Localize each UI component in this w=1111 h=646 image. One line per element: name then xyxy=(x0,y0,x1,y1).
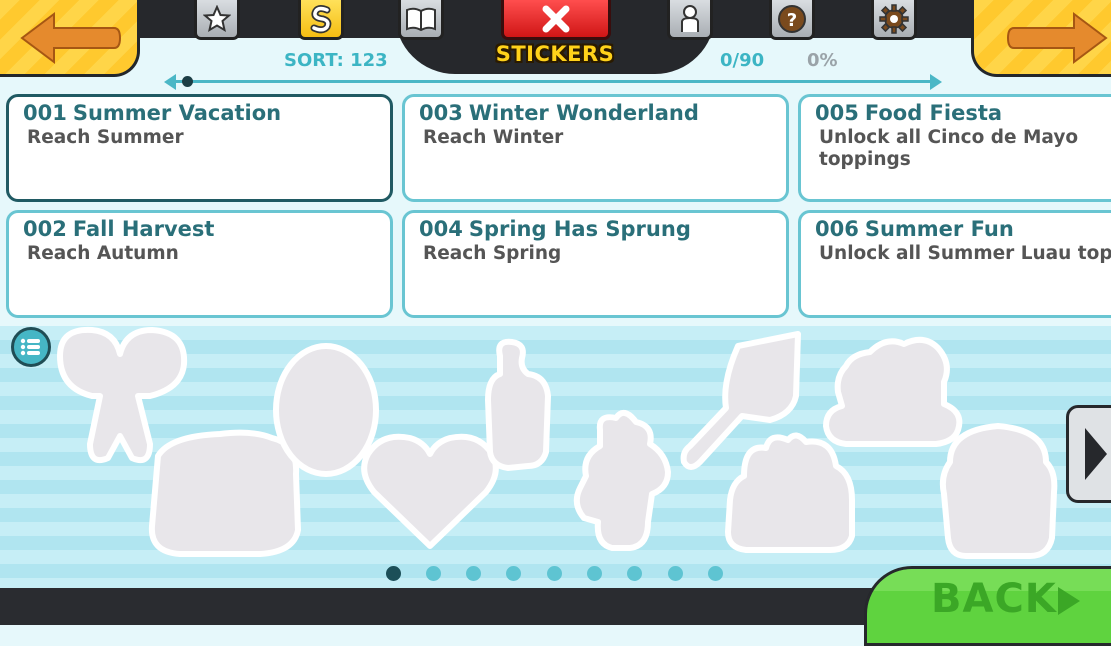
sticker-silhouettes xyxy=(57,326,1058,559)
sticker-slot xyxy=(273,343,379,477)
sticker-card[interactable]: 004 Spring Has Sprung Reach Spring xyxy=(402,210,789,318)
card-description: Unlock all Cinco de Mayo toppings xyxy=(819,127,1079,170)
tab-customers[interactable] xyxy=(667,0,713,40)
scrollbar-thumb[interactable] xyxy=(182,76,193,87)
back-button-label: BACK xyxy=(931,576,1057,622)
page-dot[interactable] xyxy=(587,566,602,581)
sticker-slot xyxy=(485,338,551,471)
tab-badges[interactable] xyxy=(194,0,240,40)
sticker-card[interactable]: 003 Winter Wonderland Reach Winter xyxy=(402,94,789,202)
page-dot[interactable] xyxy=(547,566,562,581)
customer-icon xyxy=(681,4,699,32)
page-dot[interactable] xyxy=(668,566,683,581)
close-icon xyxy=(542,5,570,32)
sticker-card[interactable]: 005 Food Fiesta Unlock all Cinco de Mayo … xyxy=(798,94,1111,202)
sticker-slot xyxy=(148,429,301,557)
sticker-card[interactable]: 002 Fall Harvest Reach Autumn xyxy=(6,210,393,318)
page-dot[interactable] xyxy=(386,566,401,581)
card-title: 005 Food Fiesta xyxy=(815,101,1003,125)
card-description: Reach Winter xyxy=(423,127,564,148)
scroll-left-arrow-icon xyxy=(164,74,176,90)
card-title: 003 Winter Wonderland xyxy=(419,101,699,125)
sticker-slot xyxy=(361,433,499,549)
star-icon xyxy=(203,4,231,32)
tab-help[interactable]: ? xyxy=(769,0,815,40)
page-dot[interactable] xyxy=(506,566,521,581)
page-dot[interactable] xyxy=(466,566,481,581)
tab-settings[interactable] xyxy=(871,0,917,40)
card-title: 001 Summer Vacation xyxy=(23,101,282,125)
play-arrow-icon xyxy=(1058,587,1080,615)
page-dot[interactable] xyxy=(708,566,723,581)
list-view-button[interactable] xyxy=(11,327,51,367)
close-button[interactable] xyxy=(501,0,611,40)
sticker-slot xyxy=(573,409,671,551)
help-icon: ? xyxy=(778,4,806,33)
sticker-card[interactable]: 001 Summer Vacation Reach Summer xyxy=(6,94,393,202)
sticker-book-area xyxy=(0,326,1111,588)
tab-book[interactable] xyxy=(398,0,444,40)
card-description: Unlock all Summer Luau toppings xyxy=(819,243,1111,264)
arrow-left-icon xyxy=(20,12,122,64)
sticker-s-icon xyxy=(310,4,332,33)
next-category-button[interactable] xyxy=(971,0,1111,77)
page-title: STICKERS xyxy=(495,42,615,66)
completion-percent: 0% xyxy=(807,50,838,71)
sticker-count: 0/90 xyxy=(720,50,765,71)
sticker-slot xyxy=(823,336,963,447)
scroll-right-arrow-icon xyxy=(930,74,942,90)
sticker-slot xyxy=(939,423,1058,559)
card-description: Reach Autumn xyxy=(27,243,179,264)
card-description: Reach Summer xyxy=(27,127,184,148)
sticker-slot xyxy=(57,326,188,464)
next-sticker-page-button[interactable] xyxy=(1066,405,1111,503)
page-dot[interactable] xyxy=(627,566,642,581)
sticker-slot xyxy=(725,432,855,553)
sticker-card[interactable]: 006Summer Fun Unlock all Summer Luau top… xyxy=(798,210,1111,318)
sort-button[interactable]: SORT: 123 xyxy=(284,50,388,71)
chevron-right-icon xyxy=(1085,428,1107,480)
arrow-right-icon xyxy=(1006,12,1108,64)
gear-icon xyxy=(879,3,909,34)
list-icon xyxy=(20,338,40,356)
card-title: 004 Spring Has Sprung xyxy=(419,217,691,241)
svg-text:?: ? xyxy=(787,10,797,31)
page-dot[interactable] xyxy=(426,566,441,581)
card-title: 006 Summer Fun xyxy=(815,217,1014,241)
book-icon xyxy=(406,7,436,31)
tab-stickers[interactable] xyxy=(298,0,344,40)
card-description: Reach Spring xyxy=(423,243,562,264)
card-title: 002 Fall Harvest xyxy=(23,217,215,241)
prev-page-button[interactable] xyxy=(0,0,140,77)
list-scrollbar[interactable] xyxy=(172,80,934,83)
